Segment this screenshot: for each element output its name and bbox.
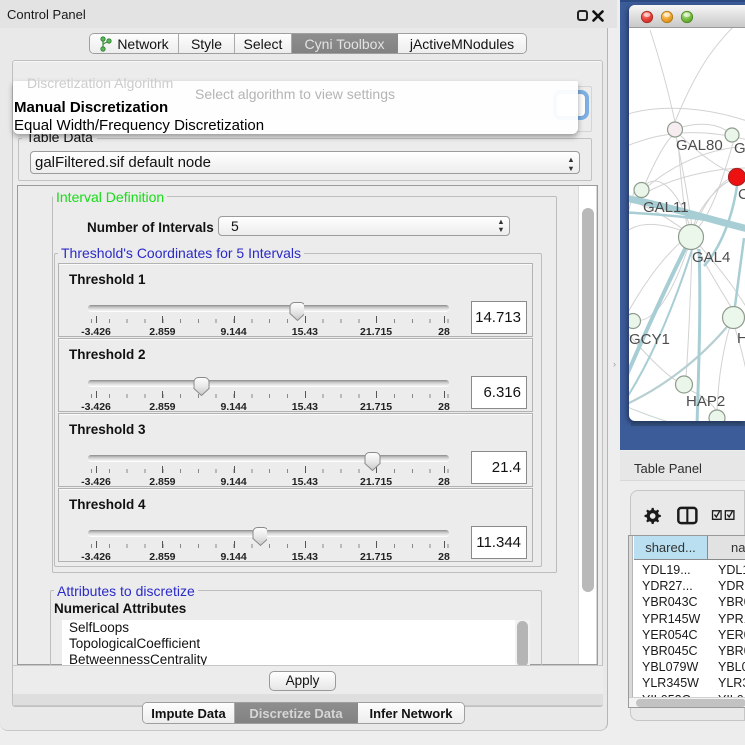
svg-text:GAL4: GAL4 — [692, 249, 730, 266]
svg-text:HAP2: HAP2 — [686, 393, 725, 410]
svg-text:HA: HA — [737, 330, 745, 347]
svg-text:CY: CY — [738, 186, 745, 203]
svg-text:GAL80: GAL80 — [676, 137, 723, 154]
svg-text:GCY1: GCY1 — [629, 331, 670, 348]
svg-text:GAL11: GAL11 — [643, 199, 689, 216]
svg-text:GA: GA — [734, 140, 745, 157]
